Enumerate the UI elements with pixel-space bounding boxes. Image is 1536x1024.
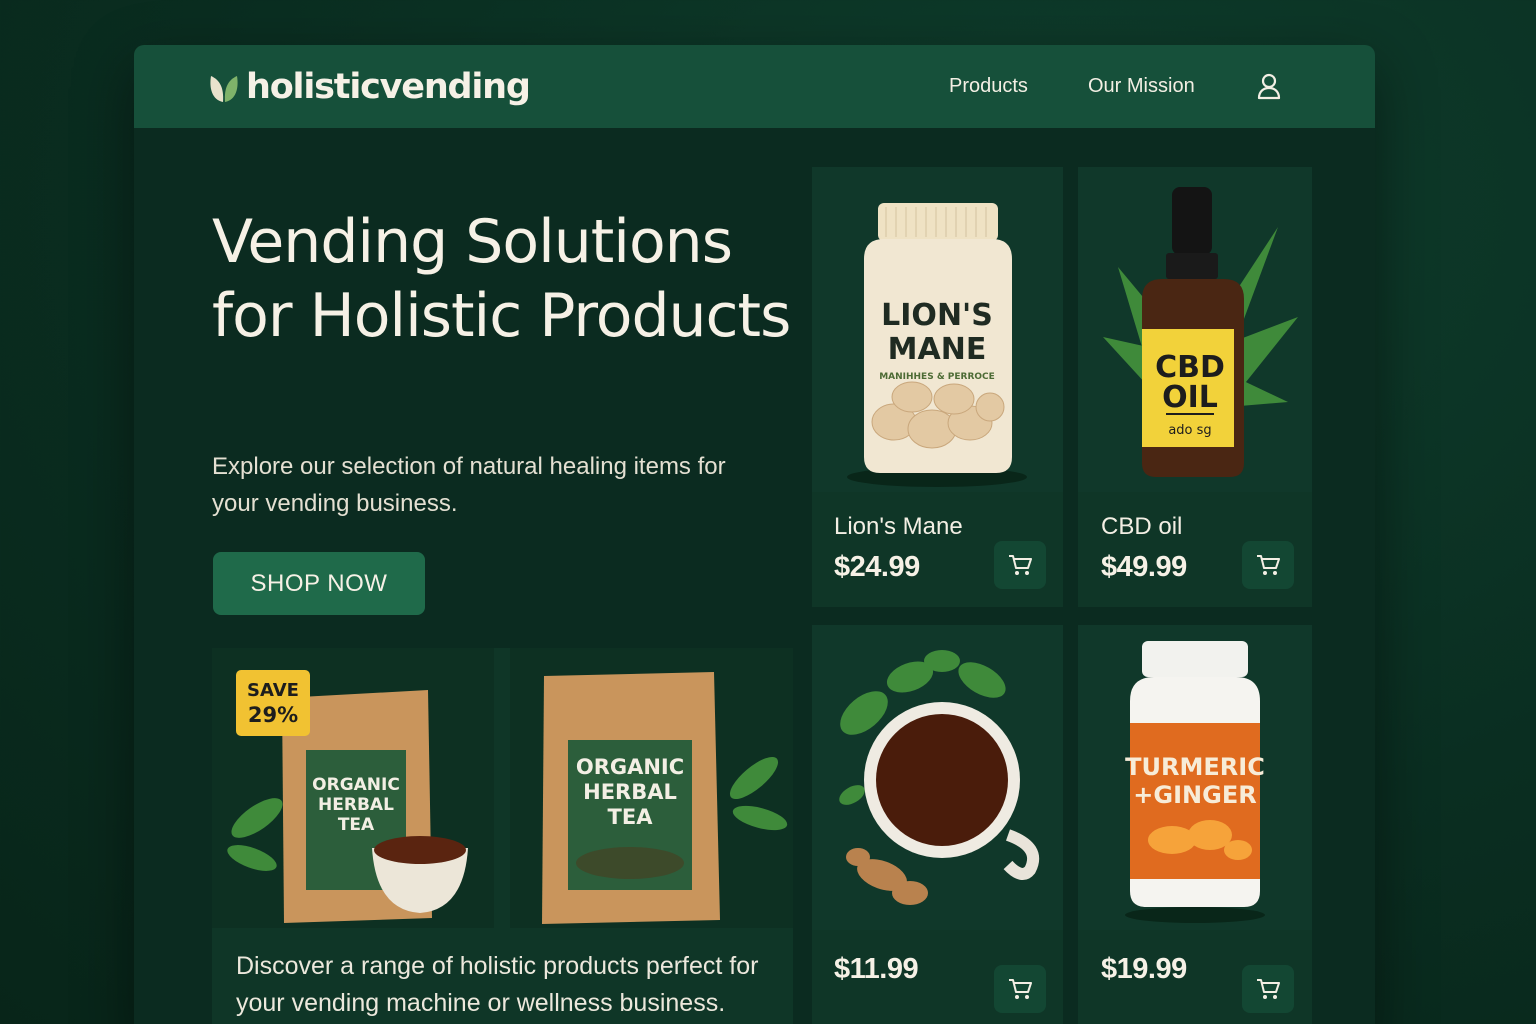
add-to-cart-button[interactable]	[1242, 541, 1294, 589]
product-card-cbd-oil[interactable]: CBD OIL ado sg CBD oil $49.99	[1078, 167, 1312, 607]
cbd-oil-bottle-image: CBD OIL ado sg	[1078, 167, 1312, 492]
herbal-tea-promo[interactable]: ORGANIC HERBAL TEA SAVE 29% ORGANIC HERB…	[212, 648, 793, 1024]
lions-mane-label-line2: MANE	[888, 332, 987, 367]
add-to-cart-button[interactable]	[994, 541, 1046, 589]
cbd-label-line2: OIL	[1162, 380, 1218, 415]
turmeric-label-line2: +GINGER	[1133, 781, 1256, 809]
user-icon[interactable]	[1256, 72, 1282, 100]
cart-icon	[1009, 979, 1032, 999]
product-name: Lion's Mane	[834, 513, 963, 540]
shop-now-button[interactable]: SHOP NOW	[213, 552, 425, 615]
turmeric-label-line1: TURMERIC	[1125, 753, 1265, 781]
cart-icon	[1257, 979, 1280, 999]
tea-pouch-label-line1: ORGANIC	[312, 775, 400, 795]
brand-name: holisticvending	[246, 67, 531, 107]
hero-title: Vending Solutions for Holistic Products	[212, 207, 791, 351]
product-price: $24.99	[834, 551, 920, 583]
tea-promo-description: Discover a range of holistic products pe…	[236, 952, 759, 1017]
tea-pouch2-label-line1: ORGANIC	[576, 755, 684, 779]
top-navigation-bar: holisticvending Products Our Mission	[134, 45, 1375, 128]
cbd-label-small: ado sg	[1168, 423, 1211, 438]
product-name: CBD oil	[1101, 513, 1183, 540]
tea-pouch2-label-line2: HERBAL	[583, 780, 677, 804]
save-badge-line2: 29%	[248, 703, 298, 727]
lions-mane-label-small: MANIHHES & PERROCE	[879, 372, 995, 382]
product-price: $49.99	[1101, 551, 1187, 583]
brand-logo[interactable]: holisticvending	[208, 67, 531, 107]
product-card-lions-mane[interactable]: LION'S MANE MANIHHES & PERROCE Lion's Ma…	[812, 167, 1063, 607]
turmeric-ginger-bottle-image: TURMERIC +GINGER	[1078, 625, 1312, 930]
product-card-turmeric-ginger[interactable]: TURMERIC +GINGER $19.99	[1078, 625, 1312, 1024]
lions-mane-label-line1: LION'S	[881, 298, 993, 333]
browser-window: holisticvending Products Our Mission Ven…	[134, 45, 1375, 1024]
cart-icon	[1009, 555, 1032, 575]
product-price: $19.99	[1101, 953, 1187, 985]
tea-pouch2-label-line3: TEA	[608, 805, 654, 829]
tea-pouch-label-line2: HERBAL	[318, 795, 394, 815]
cart-icon	[1257, 555, 1280, 575]
add-to-cart-button[interactable]	[994, 965, 1046, 1013]
add-to-cart-button[interactable]	[1242, 965, 1294, 1013]
save-badge-line1: SAVE	[247, 680, 299, 701]
lions-mane-jar-image: LION'S MANE MANIHHES & PERROCE	[812, 167, 1063, 492]
nav-products-link[interactable]: Products	[949, 75, 1028, 98]
tea-pouch-label-line3: TEA	[338, 815, 375, 835]
leaf-logo-icon	[210, 76, 238, 102]
product-price: $11.99	[834, 953, 919, 985]
tea-pouch-with-cup-image: ORGANIC HERBAL TEA SAVE 29%	[212, 648, 494, 928]
tea-pouch-image: ORGANIC HERBAL TEA	[510, 648, 793, 928]
nav-our-mission-link[interactable]: Our Mission	[1088, 75, 1195, 98]
hero-subtitle: Explore our selection of natural healing…	[212, 453, 726, 517]
tea-mug-image	[812, 625, 1063, 930]
product-card-herbal-tea-mug[interactable]: $11.99	[812, 625, 1063, 1024]
